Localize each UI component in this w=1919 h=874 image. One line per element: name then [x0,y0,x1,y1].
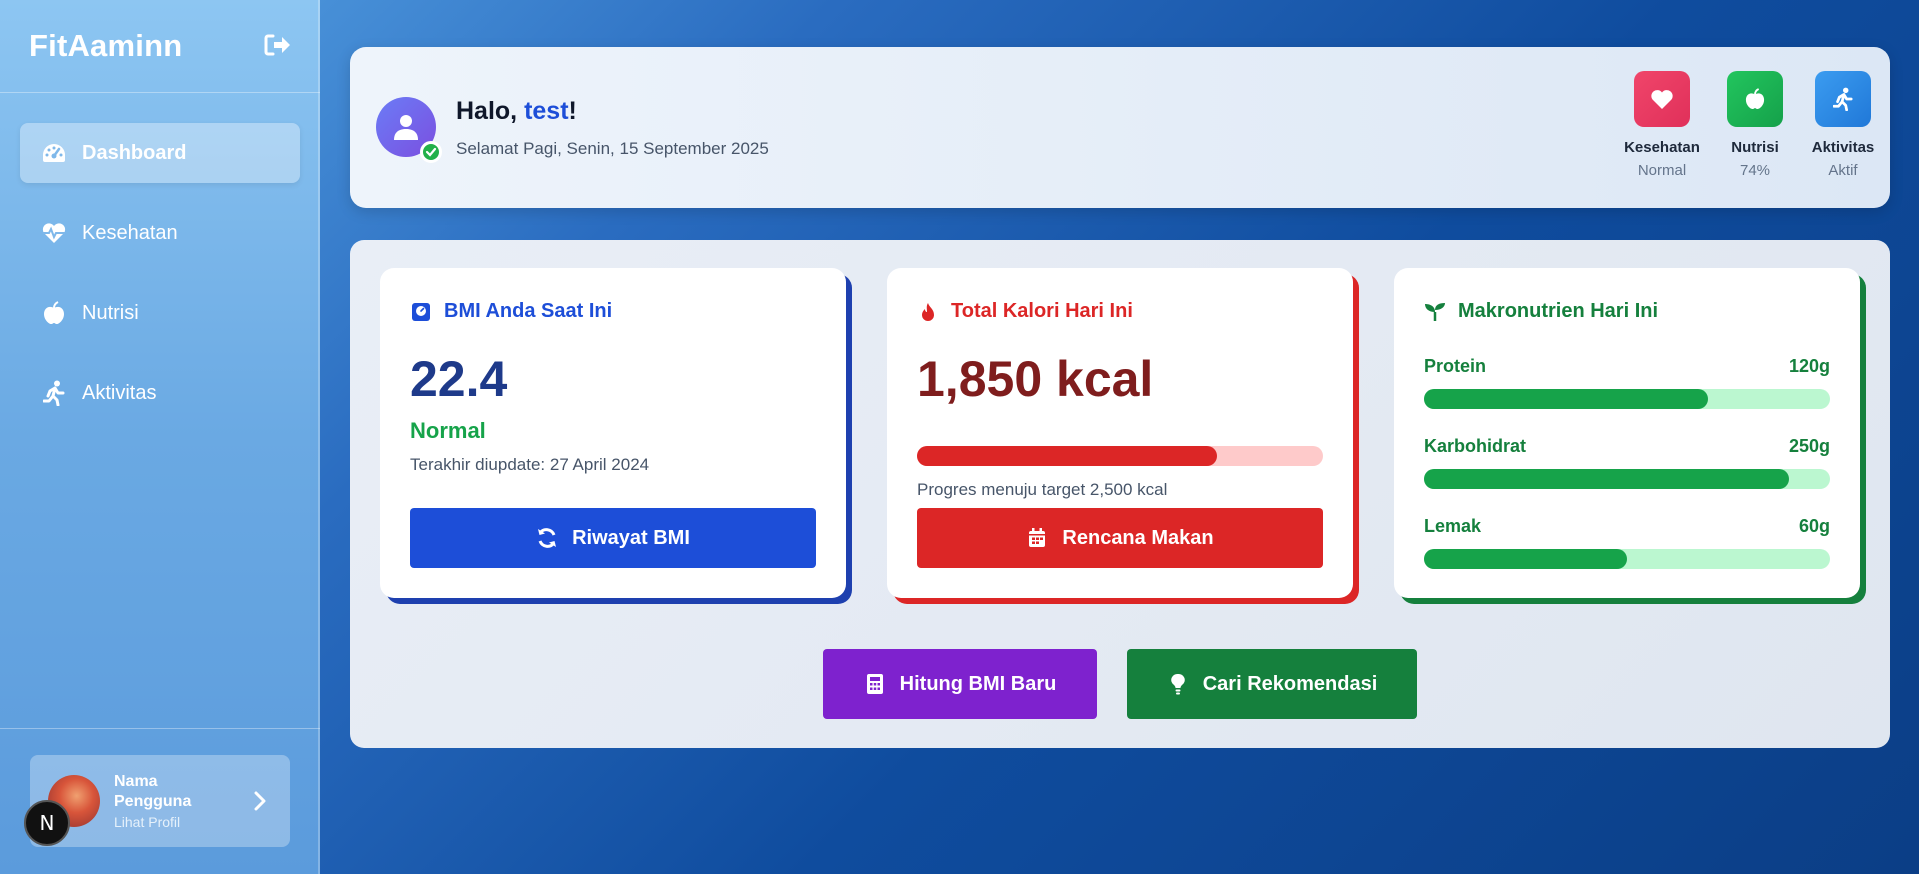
status-aktivitas[interactable]: Aktivitas Aktif [1793,71,1893,179]
lightbulb-icon [1167,673,1189,695]
seedling-icon [1424,301,1446,323]
apple-icon [1727,71,1783,127]
meal-plan-button[interactable]: Rencana Makan [917,508,1323,568]
calorie-card: Total Kalori Hari Ini 1,850 kcal Progres… [887,268,1353,598]
calendar-icon [1026,527,1048,549]
sidebar-item-kesehatan[interactable]: Kesehatan [20,203,300,263]
status-kesehatan[interactable]: Kesehatan Normal [1612,71,1712,179]
welcome-header: Halo, test! Selamat Pagi, Senin, 15 Sept… [350,47,1890,208]
sidebar-divider [0,728,320,729]
dev-badge[interactable]: N [24,800,70,846]
fire-icon [917,301,939,323]
status-nutrisi[interactable]: Nutrisi 74% [1705,71,1805,179]
sidebar-item-nutrisi[interactable]: Nutrisi [20,283,300,343]
bmi-card-title: BMI Anda Saat Ini [410,300,612,323]
calorie-card-title: Total Kalori Hari Ini [917,300,1133,323]
heart-icon [1634,71,1690,127]
bmi-history-button[interactable]: Riwayat BMI [410,508,816,568]
scale-icon [410,301,432,323]
macro-progress-bar [1424,389,1830,409]
macro-row-karbohidrat: Karbohidrat 250g [1424,436,1830,489]
refresh-icon [536,527,558,549]
sidebar-item-dashboard[interactable]: Dashboard [20,123,300,183]
running-icon [40,379,68,407]
dashboard-panel: BMI Anda Saat Ini 22.4 Normal Terakhir d… [350,240,1890,748]
bmi-updated-text: Terakhir diupdate: 27 April 2024 [410,455,650,474]
check-icon [420,141,442,163]
chevron-right-icon [250,789,270,813]
sidebar-item-label: Dashboard [82,141,187,164]
profile-link[interactable]: Lihat Profil [114,814,214,830]
calorie-progress-fill [917,446,1218,466]
logout-icon[interactable] [262,30,292,60]
brand-logo[interactable]: FitAaminn [29,28,182,64]
sidebar-item-aktivitas[interactable]: Aktivitas [20,363,300,423]
greeting-title: Halo, test! [456,97,577,125]
heart-pulse-icon [40,219,68,247]
sidebar-item-label: Kesehatan [82,221,178,244]
calorie-value: 1,850 kcal [917,351,1154,407]
greeting-subtitle: Selamat Pagi, Senin, 15 September 2025 [456,139,769,158]
profile-card[interactable]: Nama Pengguna Lihat Profil [30,755,290,847]
username: test [524,97,569,125]
macro-progress-fill [1424,469,1790,489]
sidebar: FitAaminn Dashboard Kesehatan Nutrisi Ak… [0,0,320,874]
sidebar-item-label: Aktivitas [82,381,157,404]
macro-progress-bar [1424,549,1830,569]
sidebar-divider [0,92,320,93]
macro-progress-bar [1424,469,1830,489]
calorie-progress-text: Progres menuju target 2,500 kcal [917,480,1168,499]
calorie-progress-bar [917,446,1323,466]
calculator-icon [864,673,886,695]
find-recommendation-button[interactable]: Cari Rekomendasi [1127,649,1417,719]
apple-icon [40,299,68,327]
sidebar-item-label: Nutrisi [82,301,139,324]
bmi-category: Normal [410,418,486,443]
macro-progress-fill [1424,549,1627,569]
macro-row-lemak: Lemak 60g [1424,516,1830,569]
gauge-icon [40,139,68,167]
bmi-card: BMI Anda Saat Ini 22.4 Normal Terakhir d… [380,268,846,598]
macro-progress-fill [1424,389,1709,409]
running-icon [1815,71,1871,127]
bmi-value: 22.4 [410,351,508,407]
macro-card: Makronutrien Hari Ini Protein 120g Karboh… [1394,268,1860,598]
macro-card-title: Makronutrien Hari Ini [1424,300,1658,323]
profile-name: Nama Pengguna [114,773,192,810]
calculate-bmi-button[interactable]: Hitung BMI Baru [823,649,1097,719]
macro-row-protein: Protein 120g [1424,356,1830,409]
